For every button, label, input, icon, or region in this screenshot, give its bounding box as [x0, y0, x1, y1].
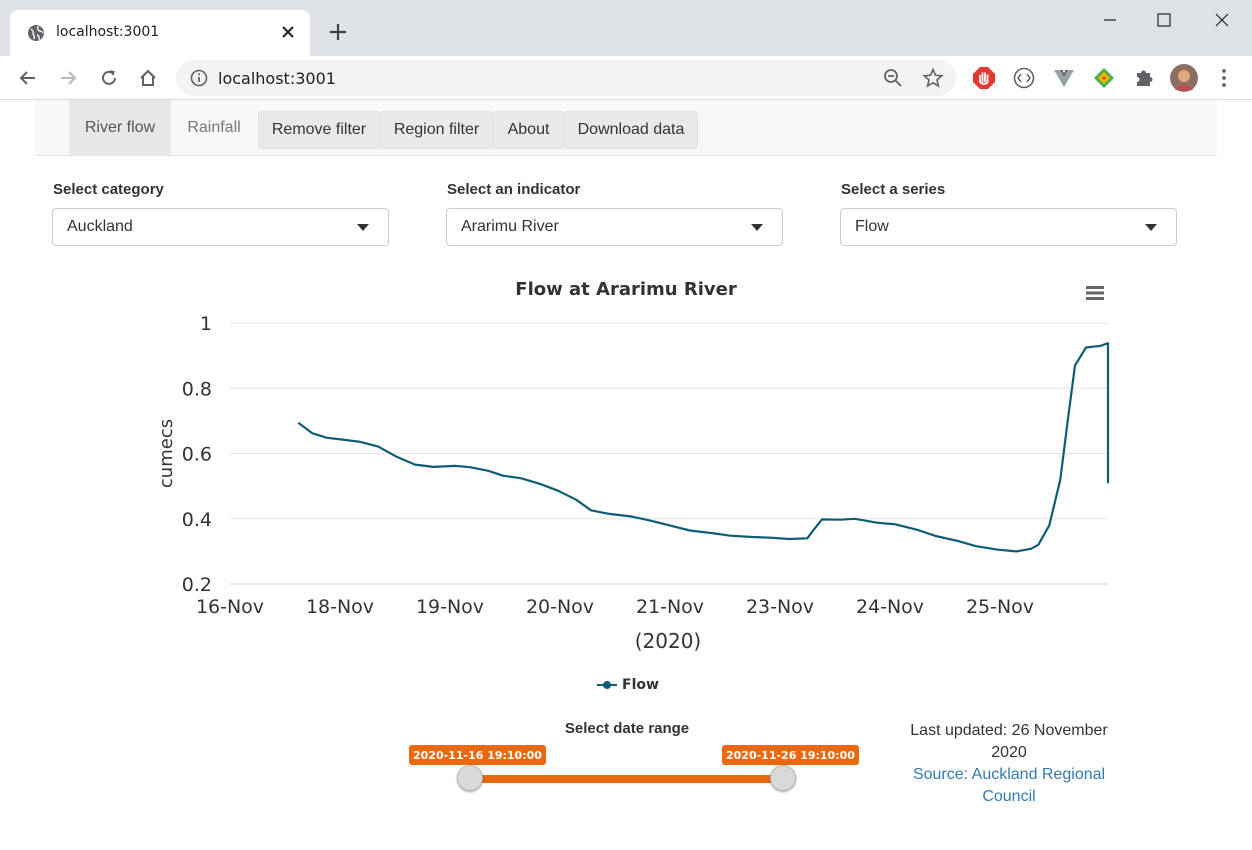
- browser-toolbar: localhost:3001: [0, 56, 1252, 100]
- zoom-out-icon[interactable]: [882, 67, 904, 89]
- avatar[interactable]: [1170, 64, 1198, 92]
- tab-river-flow[interactable]: River flow: [69, 100, 171, 156]
- y-tick-label: 0.4: [182, 509, 212, 531]
- puzzle-icon[interactable]: [1132, 66, 1156, 90]
- range-start-tag: 2020-11-16 19:10:00: [409, 745, 546, 765]
- x-tick-label: 21-Nov: [636, 596, 704, 618]
- y-tick-label: 1: [200, 313, 212, 335]
- series-line-flow[interactable]: [297, 342, 1110, 553]
- date-range-track[interactable]: [470, 775, 783, 783]
- home-icon[interactable]: [134, 64, 162, 92]
- chart-title: Flow at Ararimu River: [515, 279, 737, 300]
- browser-tab[interactable]: localhost:3001: [10, 10, 310, 56]
- forward-icon[interactable]: [54, 64, 82, 92]
- x-tick-label: 19-Nov: [416, 596, 484, 618]
- range-end-handle[interactable]: [770, 765, 796, 791]
- caret-down-icon: [357, 224, 369, 231]
- x-axis-ticks: 16-Nov 18-Nov 19-Nov 20-Nov 21-Nov 23-Nov 24-N…: [196, 596, 1034, 618]
- legend-label: Flow: [622, 677, 659, 693]
- category-value: Auckland: [67, 218, 133, 235]
- remove-filter-button[interactable]: Remove filter: [258, 111, 380, 149]
- indicator-label: Select an indicator: [447, 181, 581, 198]
- tab-title: localhost:3001: [56, 24, 160, 40]
- x-tick-label: 24-Nov: [856, 596, 924, 618]
- star-icon[interactable]: [922, 67, 944, 89]
- flow-chart: 0.2 0.4 0.6 0.8 1 16-Nov 18-Nov 19-Nov 20-Nov 21…: [156, 313, 1110, 653]
- date-range-label: Select date range: [564, 720, 690, 737]
- caret-down-icon: [751, 224, 763, 231]
- globe-icon: [28, 25, 44, 41]
- x-axis-label: (2020): [635, 629, 702, 653]
- category-label: Select category: [53, 181, 164, 198]
- region-filter-button[interactable]: Region filter: [380, 111, 493, 149]
- series-select[interactable]: Flow: [840, 208, 1177, 246]
- window-close-icon[interactable]: [1204, 8, 1240, 32]
- diamond-extension-icon[interactable]: [1092, 66, 1116, 90]
- about-button[interactable]: About: [493, 111, 564, 149]
- series-value: Flow: [855, 218, 889, 235]
- chart-series: [297, 342, 1110, 553]
- indicator-value: Ararimu River: [461, 218, 559, 235]
- y-tick-label: 0.2: [182, 574, 212, 596]
- download-data-button[interactable]: Download data: [564, 111, 698, 149]
- maximize-icon[interactable]: [1146, 8, 1182, 32]
- browser-titlebar: localhost:3001: [0, 0, 1252, 56]
- code-extension-icon[interactable]: [1012, 66, 1036, 90]
- chart-gridlines: [230, 322, 1108, 585]
- back-icon[interactable]: [14, 64, 42, 92]
- kebab-menu-icon[interactable]: [1212, 66, 1236, 90]
- last-updated-text: Last updated: 26 November 2020: [910, 722, 1108, 761]
- vue-extension-icon[interactable]: [1052, 66, 1076, 90]
- y-axis-ticks: 0.2 0.4 0.6 0.8 1: [182, 313, 212, 596]
- y-axis-label: cumecs: [156, 419, 177, 488]
- info-icon[interactable]: [190, 69, 208, 87]
- legend-line-marker: [597, 681, 617, 689]
- app-navbar: River flow Rainfall Remove filter Region…: [35, 100, 1217, 156]
- stop-extension-icon[interactable]: [972, 66, 996, 90]
- close-icon[interactable]: [278, 22, 298, 42]
- category-select[interactable]: Auckland: [52, 208, 389, 246]
- tab-rainfall[interactable]: Rainfall: [171, 100, 257, 156]
- chart-legend[interactable]: Flow: [597, 676, 659, 694]
- range-end-tag: 2020-11-26 19:10:00: [722, 745, 859, 765]
- minimize-icon[interactable]: [1092, 8, 1128, 32]
- url-text: localhost:3001: [218, 69, 336, 88]
- x-tick-label: 25-Nov: [966, 596, 1034, 618]
- address-bar[interactable]: localhost:3001: [176, 60, 956, 96]
- plus-icon[interactable]: [326, 20, 350, 44]
- x-tick-label: 20-Nov: [526, 596, 594, 618]
- y-tick-label: 0.8: [182, 378, 212, 400]
- source-link[interactable]: Source: Auckland Regional Council: [895, 764, 1123, 808]
- indicator-select[interactable]: Ararimu River: [446, 208, 783, 246]
- range-start-handle[interactable]: [457, 765, 483, 791]
- caret-down-icon: [1145, 224, 1157, 231]
- series-label: Select a series: [841, 181, 946, 198]
- y-tick-label: 0.6: [182, 444, 212, 466]
- reload-icon[interactable]: [95, 64, 123, 92]
- x-tick-label: 23-Nov: [746, 596, 814, 618]
- x-tick-label: 18-Nov: [306, 596, 374, 618]
- x-tick-label: 16-Nov: [196, 596, 264, 618]
